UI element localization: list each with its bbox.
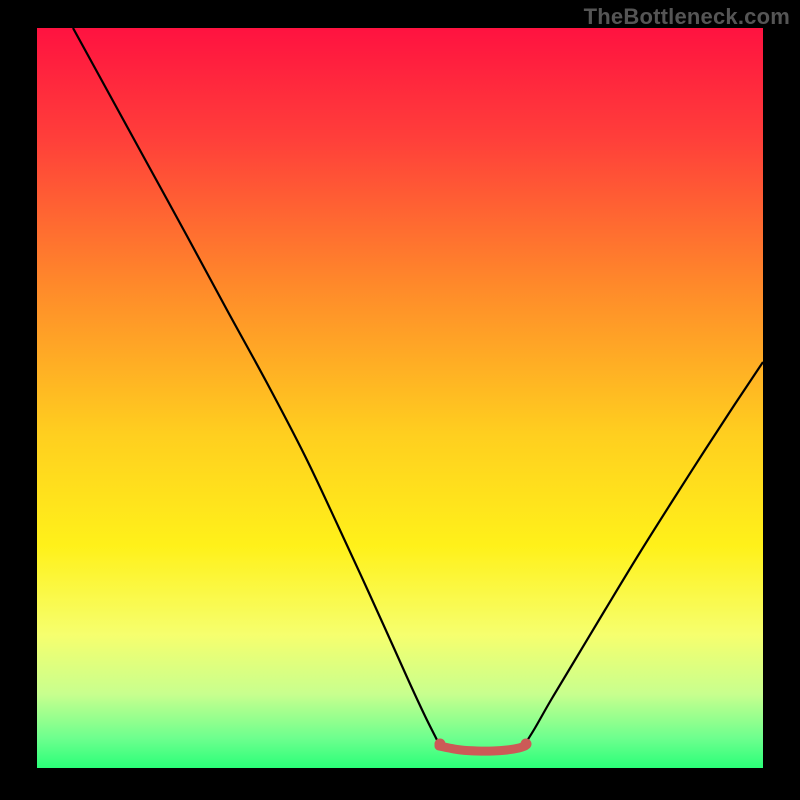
watermark-text: TheBottleneck.com: [584, 4, 790, 30]
optimal-flat-segment: [439, 746, 525, 751]
plot-area: [37, 28, 763, 768]
bottleneck-chart: [37, 28, 763, 768]
optimal-endpoint-left: [435, 739, 446, 750]
chart-frame: TheBottleneck.com: [0, 0, 800, 800]
optimal-endpoint-right: [521, 739, 532, 750]
gradient-background: [37, 28, 763, 768]
